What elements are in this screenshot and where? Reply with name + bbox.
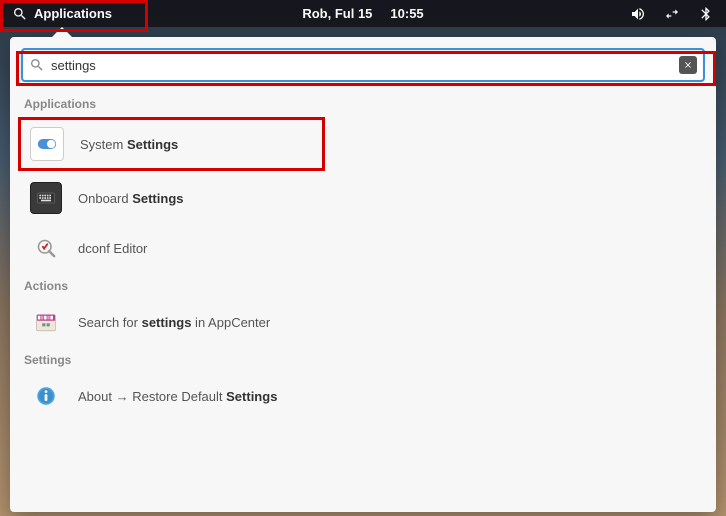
applications-button[interactable]: Applications xyxy=(0,0,124,27)
section-settings: Settings xyxy=(10,347,716,371)
panel-time[interactable]: 10:55 xyxy=(390,6,423,21)
result-search-appcenter[interactable]: Search for settings in AppCenter xyxy=(10,297,716,347)
result-label: About → Restore Default Settings xyxy=(78,389,277,404)
applications-menu: Applications System Settings Onboard Set… xyxy=(10,37,716,512)
result-dconf-editor[interactable]: dconf Editor xyxy=(10,223,716,273)
dconf-editor-icon xyxy=(30,232,62,264)
result-label: Search for settings in AppCenter xyxy=(78,315,270,330)
volume-icon[interactable] xyxy=(630,6,646,22)
result-label: dconf Editor xyxy=(78,241,147,256)
clear-search-button[interactable] xyxy=(679,56,697,74)
result-system-settings[interactable]: System Settings xyxy=(10,115,716,173)
search-wrap xyxy=(10,37,716,91)
panel-date[interactable]: Rob, Ful 15 xyxy=(302,6,372,21)
search-icon xyxy=(29,57,45,73)
result-label: System Settings xyxy=(80,137,178,152)
info-icon xyxy=(30,380,62,412)
panel-right xyxy=(630,6,726,22)
result-about-restore[interactable]: About → Restore Default Settings xyxy=(10,371,716,421)
search-icon xyxy=(12,6,28,22)
section-applications: Applications xyxy=(10,91,716,115)
onboard-icon xyxy=(30,182,62,214)
panel-center: Rob, Ful 15 10:55 xyxy=(302,6,423,21)
top-panel: Applications Rob, Ful 15 10:55 xyxy=(0,0,726,27)
menu-arrow xyxy=(52,27,72,37)
network-icon[interactable] xyxy=(664,6,680,22)
search-box[interactable] xyxy=(22,49,704,81)
result-label: Onboard Settings xyxy=(78,191,184,206)
result-onboard-settings[interactable]: Onboard Settings xyxy=(10,173,716,223)
system-settings-icon xyxy=(30,127,64,161)
section-actions: Actions xyxy=(10,273,716,297)
appcenter-icon xyxy=(30,306,62,338)
search-input[interactable] xyxy=(51,58,679,73)
bluetooth-icon[interactable] xyxy=(698,6,714,22)
applications-label: Applications xyxy=(34,6,112,21)
